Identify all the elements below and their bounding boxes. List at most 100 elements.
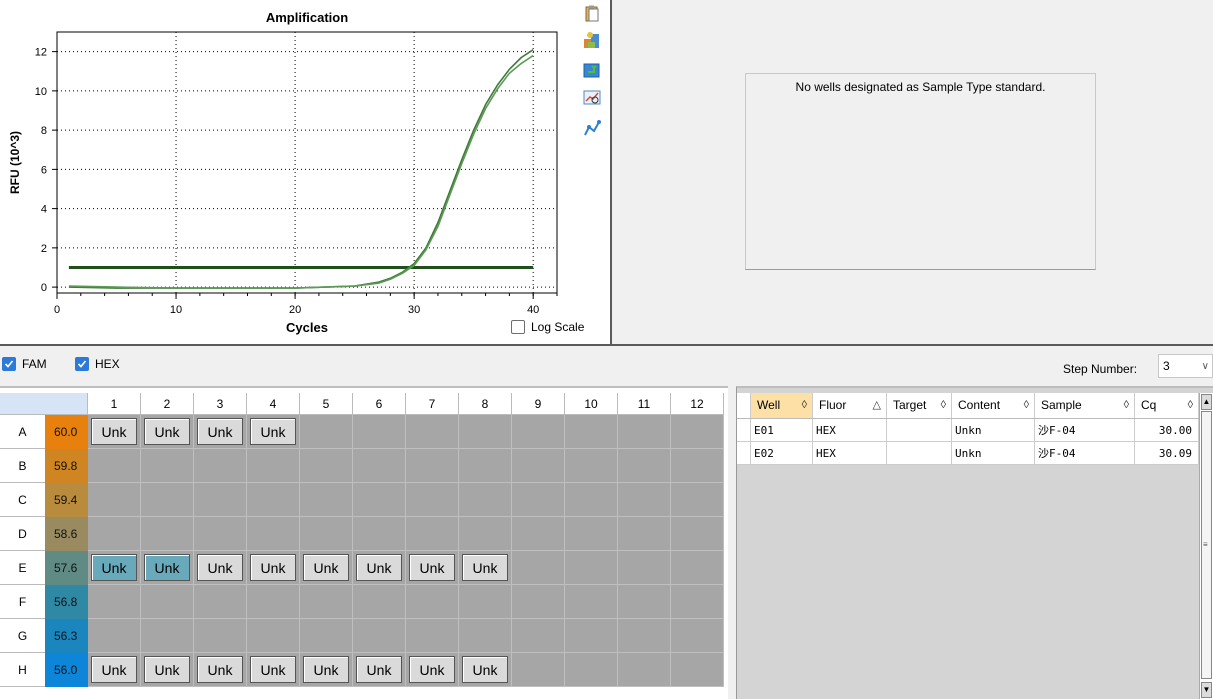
hex-toggle[interactable]: HEX	[75, 357, 120, 371]
plate-well[interactable]: Unk	[406, 653, 459, 687]
plate-well[interactable]: Unk	[459, 551, 512, 585]
log-scale-toggle[interactable]: Log Scale	[511, 320, 584, 334]
scroll-down-button[interactable]: ▼	[1201, 682, 1212, 698]
plate-well[interactable]	[194, 449, 247, 483]
log-scale-checkbox[interactable]	[511, 320, 525, 334]
row-header[interactable]: C	[0, 483, 45, 517]
sort-icon[interactable]: ◊	[1024, 393, 1029, 418]
plate-well[interactable]: Unk	[141, 415, 194, 449]
sort-icon[interactable]: ◊	[1124, 393, 1129, 418]
plate-well[interactable]	[88, 619, 141, 653]
plate-well[interactable]: Unk	[194, 551, 247, 585]
plate-well[interactable]	[565, 585, 618, 619]
plate-well[interactable]: Unk	[88, 653, 141, 687]
plate-well[interactable]	[459, 483, 512, 517]
hex-checkbox[interactable]	[75, 357, 89, 371]
plate-well[interactable]	[247, 517, 300, 551]
plate-well[interactable]	[141, 517, 194, 551]
plate-well[interactable]	[300, 415, 353, 449]
row-header[interactable]: A	[0, 415, 45, 449]
column-header[interactable]: 6	[353, 393, 406, 415]
plate-well[interactable]	[406, 619, 459, 653]
horizontal-splitter[interactable]	[0, 344, 1213, 349]
vertical-splitter[interactable]	[610, 0, 622, 344]
plate-well[interactable]	[353, 619, 406, 653]
plate-well[interactable]	[88, 483, 141, 517]
plate-well[interactable]	[300, 585, 353, 619]
chart-settings-icon[interactable]	[582, 118, 602, 138]
column-header[interactable]: 1	[88, 393, 141, 415]
amplification-chart[interactable]: 0 10 20 30 40 0 2 4 6 8 10 12 Amplification Cycles RFU…	[0, 0, 610, 344]
column-header-sample[interactable]: Sample ◊	[1035, 393, 1135, 418]
plate-well[interactable]: Unk	[88, 415, 141, 449]
plate-well[interactable]	[406, 517, 459, 551]
plate-well[interactable]: Unk	[353, 653, 406, 687]
row-selector[interactable]	[737, 419, 751, 442]
plate-well[interactable]	[141, 585, 194, 619]
row-header[interactable]: H	[0, 653, 45, 687]
column-header-target[interactable]: Target ◊	[887, 393, 952, 418]
plate-well[interactable]	[194, 619, 247, 653]
export-icon[interactable]	[582, 30, 602, 50]
plate-well[interactable]	[459, 619, 512, 653]
plate-well[interactable]	[565, 449, 618, 483]
plate-well[interactable]	[459, 415, 512, 449]
results-scrollbar[interactable]: ▲ ≡ ▼	[1199, 393, 1213, 699]
column-header[interactable]: 3	[194, 393, 247, 415]
column-header-content[interactable]: Content ◊	[952, 393, 1035, 418]
plate-well[interactable]	[247, 483, 300, 517]
plate-well[interactable]: Unk	[194, 415, 247, 449]
plate-well[interactable]	[406, 585, 459, 619]
plate-well[interactable]	[300, 449, 353, 483]
plate-well[interactable]: Unk	[406, 551, 459, 585]
scroll-up-button[interactable]: ▲	[1201, 394, 1212, 410]
plate-well[interactable]: Unk	[247, 551, 300, 585]
plate-well[interactable]	[618, 449, 671, 483]
column-header-well[interactable]: Well ◊	[751, 393, 813, 418]
column-header[interactable]: 12	[671, 393, 724, 415]
plate-well[interactable]	[247, 619, 300, 653]
plate-well[interactable]	[141, 619, 194, 653]
plate-well[interactable]	[565, 483, 618, 517]
plate-well[interactable]	[406, 449, 459, 483]
plate-well[interactable]: Unk	[353, 551, 406, 585]
sort-icon[interactable]: ◊	[941, 393, 946, 418]
row-header[interactable]: F	[0, 585, 45, 619]
refresh-icon[interactable]	[582, 60, 602, 80]
plate-well[interactable]	[671, 653, 724, 687]
plate-well[interactable]	[512, 619, 565, 653]
plate-well[interactable]	[353, 483, 406, 517]
plate-well[interactable]: Unk	[141, 653, 194, 687]
column-header[interactable]: 11	[618, 393, 671, 415]
column-header[interactable]: 7	[406, 393, 459, 415]
plate-well[interactable]	[671, 551, 724, 585]
plate-well[interactable]	[459, 585, 512, 619]
plate-well[interactable]	[300, 483, 353, 517]
plate-well[interactable]	[565, 551, 618, 585]
plate-well[interactable]	[141, 483, 194, 517]
plate-well[interactable]	[671, 449, 724, 483]
plate-corner[interactable]	[0, 393, 88, 415]
plate-well[interactable]: Unk	[300, 551, 353, 585]
plate-well[interactable]	[353, 517, 406, 551]
plate-well[interactable]	[512, 551, 565, 585]
plate-well[interactable]	[247, 449, 300, 483]
column-header[interactable]: 10	[565, 393, 618, 415]
column-header-fluor[interactable]: Fluor △	[813, 393, 887, 418]
column-header[interactable]: 2	[141, 393, 194, 415]
plate-well[interactable]	[618, 483, 671, 517]
plate-well[interactable]: Unk	[459, 653, 512, 687]
plate-well[interactable]	[671, 483, 724, 517]
column-header[interactable]: 8	[459, 393, 512, 415]
plate-well[interactable]	[353, 585, 406, 619]
fam-toggle[interactable]: FAM	[2, 357, 47, 371]
plate-well[interactable]	[512, 653, 565, 687]
row-selector[interactable]	[737, 442, 751, 465]
plate-well[interactable]	[459, 517, 512, 551]
plate-well[interactable]: Unk	[141, 551, 194, 585]
plate-well[interactable]: Unk	[300, 653, 353, 687]
plate-well[interactable]	[88, 517, 141, 551]
sort-icon[interactable]: ◊	[1188, 393, 1193, 418]
plate-well[interactable]	[618, 653, 671, 687]
plate-well[interactable]	[618, 517, 671, 551]
